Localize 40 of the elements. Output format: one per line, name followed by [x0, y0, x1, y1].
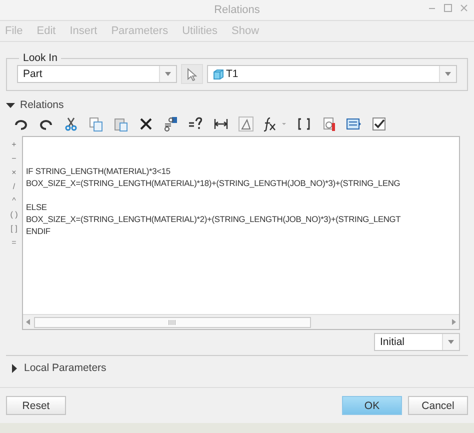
operator-button[interactable]: = — [12, 238, 16, 248]
dialog-button[interactable]: Reset — [6, 396, 66, 415]
function-button[interactable] — [262, 115, 288, 133]
dialog-button[interactable]: OK — [342, 396, 402, 415]
caret-icon — [445, 72, 451, 76]
code-line: BOX_SIZE_X=(STRING_LENGTH(MATERIAL)*18)+(STRING_LENGTH(JOB_NO)*3)+(STRING_LENG — [26, 177, 402, 189]
triangle-icon — [10, 364, 19, 372]
type-dropdown[interactable]: Part — [17, 65, 177, 83]
operator-button[interactable]: ^ — [12, 196, 16, 206]
operator-button[interactable]: [ ] — [10, 224, 18, 234]
operator-button[interactable]: − — [12, 154, 16, 164]
pointer-icon — [187, 68, 197, 80]
operator-button[interactable]: ( ) — [10, 210, 18, 220]
horizontal-scrollbar[interactable] — [23, 314, 459, 329]
caret-icon — [448, 340, 454, 344]
window-title: Relations — [214, 4, 260, 16]
code-line: IF STRING_LENGTH(MATERIAL)*3<15 — [26, 165, 172, 177]
dialog-button[interactable]: Cancel — [408, 396, 468, 415]
operator-button[interactable]: × — [12, 168, 16, 178]
operator-button[interactable]: / — [12, 182, 16, 192]
verify-icon[interactable] — [370, 115, 388, 133]
relations-editor[interactable]: IF STRING_LENGTH(MATERIAL)*3<15 BOX_SIZE_X=(STRING_LENGTH(MATERIAL)*18)+(STRING_LENGTH(JOB_NO)*3)+(STRING_LENG ELSE BOX_SIZE_X=(STRING_LENGTH(MATERIAL)*2)+(STRING_LENGTH(JOB_NO)*3)+(STRING_LENGT ENDIF — [22, 136, 460, 330]
group-title: Look In — [22, 52, 58, 64]
local-parameters-toggle[interactable]: Local Parameters — [10, 362, 106, 374]
object-name: T1 — [226, 68, 238, 80]
scroll-right-icon[interactable] — [451, 319, 456, 325]
code-line: ELSE — [26, 201, 48, 213]
code-line: ENDIF — [26, 225, 52, 237]
code-line: BOX_SIZE_X=(STRING_LENGTH(MATERIAL)*2)+(STRING_LENGTH(JOB_NO)*3)+(STRING_LENGT — [26, 213, 402, 225]
operator-button[interactable]: + — [12, 140, 16, 150]
object-dropdown[interactable]: T1 — [207, 65, 457, 83]
cube-icon — [213, 68, 224, 80]
select-pointer-button[interactable] — [181, 64, 203, 84]
scroll-left-icon[interactable] — [26, 319, 31, 325]
scrollbar-thumb[interactable] — [34, 316, 311, 328]
copy-icon[interactable] — [87, 115, 105, 133]
triangle-icon — [6, 102, 15, 108]
relations-section-toggle[interactable]: Relations — [6, 99, 468, 111]
mode-dropdown[interactable]: Initial — [374, 333, 460, 351]
caret-icon — [165, 72, 171, 76]
